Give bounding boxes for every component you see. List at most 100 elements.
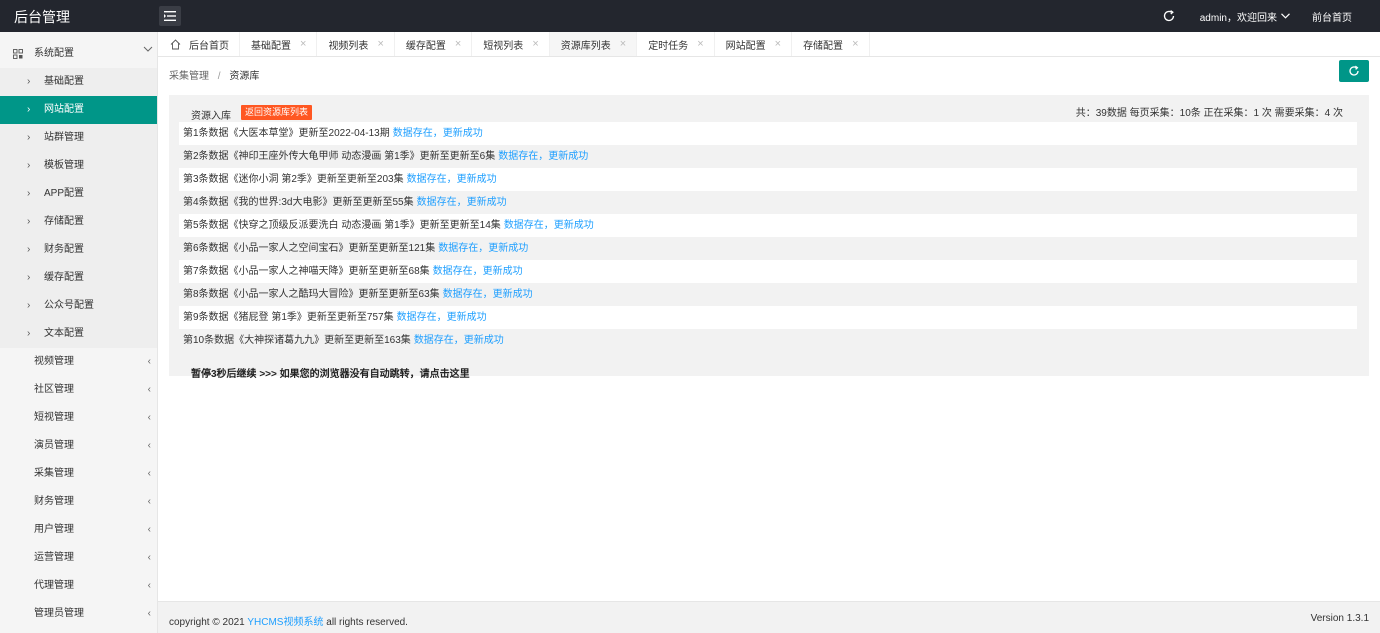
refresh-button[interactable] <box>1339 60 1369 82</box>
chevron-left-icon: ‹ <box>147 552 151 563</box>
panel-title: 资源入库 <box>191 111 231 122</box>
breadcrumb-separator: / <box>217 71 221 82</box>
chevron-right-icon: › <box>27 104 31 115</box>
play-icon <box>13 413 23 423</box>
log-text: 第5条数据《快穿之顶级反派要洗白 动态漫画 第1季》更新至更新至14集 <box>183 220 501 231</box>
money-icon <box>13 497 23 507</box>
home-icon <box>170 38 185 50</box>
tab-label: 缓存配置 <box>405 40 446 52</box>
list-item: 第2条数据《神印王座外传大龟甲师 动态漫画 第1季》更新至更新至6集 数据存在，更… <box>179 145 1357 168</box>
tab[interactable]: 资源库列表 × <box>549 32 638 56</box>
tab[interactable]: 短视列表 × <box>472 32 550 56</box>
sidebar-subitem[interactable]: › 公众号配置 <box>0 292 157 320</box>
sidebar-subitem[interactable]: › 基础配置 <box>0 68 157 96</box>
chevron-down-icon <box>143 46 153 52</box>
return-list-button[interactable]: 返回资源库列表 <box>241 105 313 120</box>
tab[interactable]: 视频列表 × <box>317 32 395 56</box>
close-icon[interactable]: × <box>775 38 781 50</box>
front-page-link[interactable]: 前台首页 <box>1312 9 1352 24</box>
sidebar-subitem[interactable]: › 财务配置 <box>0 236 157 264</box>
close-icon[interactable]: × <box>697 38 703 50</box>
video-icon <box>13 357 23 367</box>
log-status: 数据存在，更新成功 <box>416 197 507 208</box>
chevron-right-icon: › <box>27 132 31 143</box>
tab-label: 资源库列表 <box>560 40 611 52</box>
user-menu[interactable]: admin，欢迎回来 <box>1200 9 1290 24</box>
log-status: 数据存在，更新成功 <box>432 266 523 277</box>
sidebar-group[interactable]: 社区管理 ‹ <box>0 376 157 404</box>
chevron-left-icon: ‹ <box>147 524 151 535</box>
sidebar-group[interactable]: 视频管理 ‹ <box>0 348 157 376</box>
close-icon[interactable]: × <box>377 38 383 50</box>
tab[interactable]: 定时任务 × <box>637 32 715 56</box>
chevron-right-icon: › <box>27 216 31 227</box>
close-icon[interactable]: × <box>300 38 306 50</box>
user-greeting: admin，欢迎回来 <box>1199 12 1277 24</box>
sidebar: 系统配置 › 基础配置 › 网站配置 › 站群管理 › 模板管理 › APP配置 › 存储配置 › 财务配… <box>0 32 158 633</box>
menu-toggle-button[interactable] <box>159 6 181 26</box>
sidebar-subitem-label: 存储配置 <box>44 216 84 227</box>
tab[interactable]: 存储配置 × <box>792 32 870 56</box>
panel-header: 资源入库 返回资源库列表 共：39数据 每页采集：10条 正在采集：1 次 需要… <box>169 95 1369 122</box>
sidebar-subitem[interactable]: › 网站配置 <box>0 96 157 124</box>
sidebar-group[interactable]: 管理员管理 ‹ <box>0 600 157 628</box>
tab[interactable]: 网站配置 × <box>715 32 793 56</box>
breadcrumb-parent[interactable]: 采集管理 <box>169 71 209 82</box>
sidebar-group[interactable]: 用户管理 ‹ <box>0 516 157 544</box>
sidebar-group-label: 管理员管理 <box>34 608 84 619</box>
list-item: 第4条数据《我的世界:3d大电影》更新至更新至55集 数据存在，更新成功 <box>179 191 1357 214</box>
sidebar-group-label: 演员管理 <box>34 440 74 451</box>
list-item: 第7条数据《小品一家人之神喵天降》更新至更新至68集 数据存在，更新成功 <box>179 260 1357 283</box>
sidebar-subitem-label: 公众号配置 <box>44 300 94 311</box>
chevron-right-icon: › <box>27 76 31 87</box>
tab-label: 定时任务 <box>648 40 689 52</box>
auto-redirect-link[interactable]: 暂停3秒后继续 >>> 如果您的浏览器没有自动跳转，请点击这里 <box>191 365 470 380</box>
sidebar-group[interactable]: 运营管理 ‹ <box>0 544 157 572</box>
tab-label: 视频列表 <box>328 40 369 52</box>
sidebar-group-label: 代理管理 <box>34 580 74 591</box>
chevron-left-icon: ‹ <box>147 356 151 367</box>
sidebar-subitem[interactable]: › 缓存配置 <box>0 264 157 292</box>
sidebar-subitem[interactable]: › 模板管理 <box>0 152 157 180</box>
log-text: 第2条数据《神印王座外传大龟甲师 动态漫画 第1季》更新至更新至6集 <box>183 151 496 162</box>
refresh-icon[interactable] <box>1162 9 1176 23</box>
list-item: 第9条数据《猪屁登 第1季》更新至更新至757集 数据存在，更新成功 <box>179 306 1357 329</box>
sidebar-groups: 视频管理 ‹ 社区管理 ‹ 短视管理 ‹ 演员管理 ‹ 采集管理 ‹ 财务管理 ‹ 用户管理 ‹ 运营管理 ‹… <box>0 348 157 628</box>
sidebar-group[interactable]: 采集管理 ‹ <box>0 460 157 488</box>
sidebar-subitem[interactable]: › APP配置 <box>0 180 157 208</box>
sidebar-submenu: › 基础配置 › 网站配置 › 站群管理 › 模板管理 › APP配置 › 存储配置 › 财务配置 › 缓存配… <box>0 68 157 348</box>
close-icon[interactable]: × <box>532 38 538 50</box>
tab[interactable]: 缓存配置 × <box>395 32 473 56</box>
log-status: 数据存在，更新成功 <box>392 128 483 139</box>
sidebar-group-label: 用户管理 <box>34 524 74 535</box>
copyright: copyright © 2021 YHCMS视频系统 all rights re… <box>169 613 408 628</box>
sidebar-group[interactable]: 代理管理 ‹ <box>0 572 157 600</box>
close-icon[interactable]: × <box>620 38 626 50</box>
sidebar-group-label: 视频管理 <box>34 356 74 367</box>
brand-link[interactable]: YHCMS视频系统 <box>247 617 323 628</box>
sidebar-subitem[interactable]: › 站群管理 <box>0 124 157 152</box>
close-icon[interactable]: × <box>852 38 858 50</box>
list-item: 第10条数据《大神探诸葛九九》更新至更新至163集 数据存在，更新成功 <box>179 329 1357 352</box>
sidebar-subitem[interactable]: › 存储配置 <box>0 208 157 236</box>
copyright-suffix: all rights reserved. <box>326 617 408 628</box>
main-content: 资源入库 返回资源库列表 共：39数据 每页采集：10条 正在采集：1 次 需要… <box>158 87 1380 601</box>
collect-log-list: 第1条数据《大医本草堂》更新至2022-04-13期 数据存在，更新成功 第2条数据… <box>179 122 1357 352</box>
tab[interactable]: 基础配置 × <box>240 32 318 56</box>
header-right: admin，欢迎回来 前台首页 <box>1162 0 1380 32</box>
sidebar-subitem[interactable]: › 文本配置 <box>0 320 157 348</box>
flag-icon <box>13 441 23 451</box>
chevron-right-icon: › <box>27 300 31 311</box>
sidebar-group-label: 运营管理 <box>34 552 74 563</box>
sidebar-group[interactable]: 财务管理 ‹ <box>0 488 157 516</box>
log-text: 第8条数据《小品一家人之酷玛大冒险》更新至更新至63集 <box>183 289 440 300</box>
sidebar-item-system-config[interactable]: 系统配置 <box>0 32 157 68</box>
sidebar-group[interactable]: 短视管理 ‹ <box>0 404 157 432</box>
close-icon[interactable]: × <box>455 38 461 50</box>
tab[interactable]: 后台首页 <box>158 32 240 56</box>
sidebar-group-label: 社区管理 <box>34 384 74 395</box>
log-status: 数据存在，更新成功 <box>438 243 529 254</box>
menu-icon <box>164 11 176 21</box>
chevron-right-icon: › <box>27 244 31 255</box>
sidebar-group[interactable]: 演员管理 ‹ <box>0 432 157 460</box>
